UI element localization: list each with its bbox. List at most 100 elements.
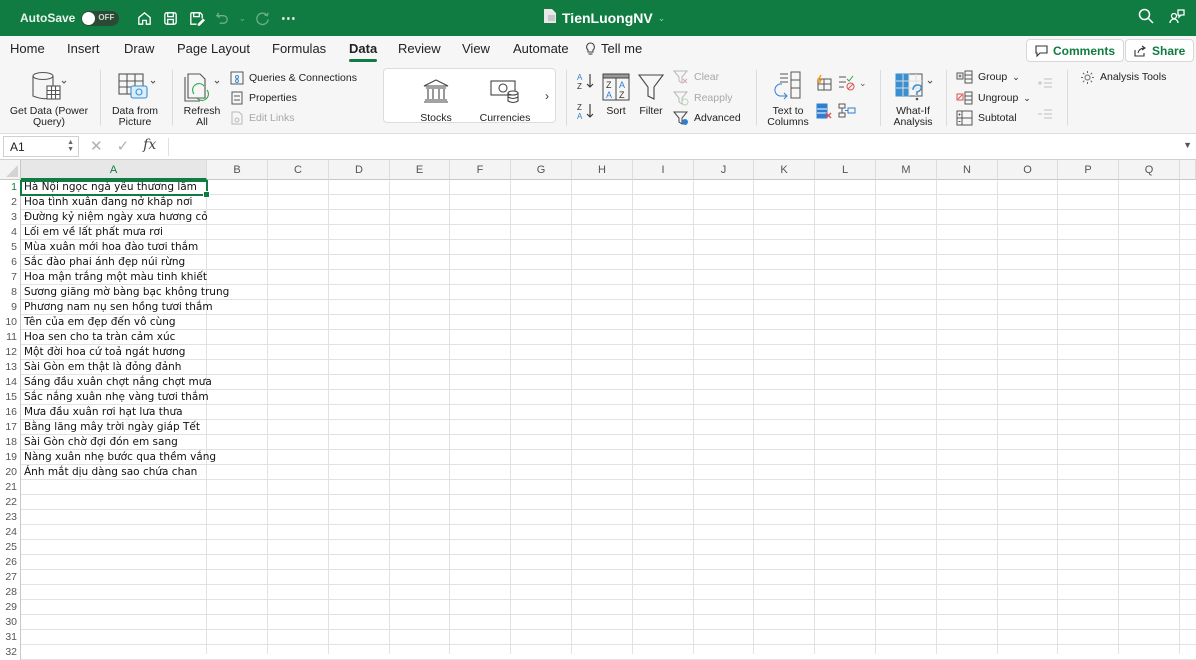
column-header-d[interactable]: D (329, 160, 390, 180)
row-header-13[interactable]: 13 (0, 360, 21, 375)
row-header-19[interactable]: 19 (0, 450, 21, 465)
sort-z-a-button[interactable]: ZA (576, 102, 596, 121)
row-header-29[interactable]: 29 (0, 600, 21, 615)
name-box-stepper-icon[interactable]: ▲ ▼ (67, 139, 74, 153)
what-if-analysis-button[interactable]: What-If Analysis (887, 68, 939, 128)
cell-a18[interactable]: Sài Gòn chờ đợi đón em sang (21, 435, 207, 450)
column-header-h[interactable]: H (572, 160, 633, 180)
tab-automate[interactable]: Automate (513, 41, 569, 56)
text-to-columns-button[interactable]: Text to Columns (764, 68, 812, 128)
autosave-toggle[interactable]: OFF (81, 10, 120, 26)
undo-icon[interactable] (209, 0, 235, 36)
confirm-icon[interactable]: ✓ (117, 137, 130, 155)
cell-a8[interactable]: Sương giăng mờ bàng bạc không trung (21, 285, 229, 300)
clear-filter-button[interactable]: Clear (673, 68, 719, 86)
row-header-8[interactable]: 8 (0, 285, 21, 300)
flash-fill-icon[interactable] (815, 74, 833, 97)
cancel-icon[interactable]: ✕ (90, 137, 103, 155)
reapply-button[interactable]: Reapply (673, 89, 733, 107)
analysis-tools-button[interactable]: Analysis Tools (1080, 68, 1166, 86)
row-header-17[interactable]: 17 (0, 420, 21, 435)
cell-a10[interactable]: Tên của em đẹp đến vô cùng (21, 315, 207, 330)
row-header-3[interactable]: 3 (0, 210, 21, 225)
column-header-n[interactable]: N (937, 160, 998, 180)
currencies-button[interactable]: Currencies (478, 72, 532, 124)
formula-input[interactable] (175, 139, 1165, 155)
queries-connections-button[interactable]: Queries & Connections (230, 69, 357, 87)
properties-button[interactable]: Properties (230, 89, 297, 107)
more-icon[interactable]: ⋯ (275, 0, 301, 36)
cell-a14[interactable]: Sáng đầu xuân chợt nắng chợt mưa (21, 375, 212, 390)
stocks-button[interactable]: Stocks (411, 72, 461, 124)
cell-a4[interactable]: Lối em về lất phất mưa rơi (21, 225, 207, 240)
data-validation-button[interactable]: ⌄ (838, 74, 867, 92)
comments-button[interactable]: Comments (1026, 39, 1125, 62)
row-header-30[interactable]: 30 (0, 615, 21, 630)
cell-a17[interactable]: Bằng lăng mây trời ngày giáp Tết (21, 420, 207, 435)
cell-a2[interactable]: Hoa tình xuân đang nở khắp nơi (21, 195, 207, 210)
cell-a3[interactable]: Đường kỷ niệm ngày xưa hương cỏ (21, 210, 208, 225)
name-box[interactable]: A1 ▲ ▼ (3, 136, 79, 157)
save-as-icon[interactable] (183, 0, 209, 36)
column-header-e[interactable]: E (390, 160, 450, 180)
tab-home[interactable]: Home (10, 41, 45, 56)
column-header-i[interactable]: I (633, 160, 694, 180)
column-header-c[interactable]: C (268, 160, 329, 180)
search-icon[interactable] (1138, 8, 1154, 29)
row-header-2[interactable]: 2 (0, 195, 21, 210)
cell-a7[interactable]: Hoa mận trắng một màu tinh khiết (21, 270, 207, 285)
row-header-7[interactable]: 7 (0, 270, 21, 285)
group-button[interactable]: Group ⌄ (956, 68, 1020, 86)
spreadsheet-grid[interactable]: A B C D E F G H I J K L M N O P Q 1 Hà Nội ngọc ngà yêu th… (0, 160, 1196, 660)
column-header-b[interactable]: B (207, 160, 268, 180)
cell-a5[interactable]: Mùa xuân mới hoa đào tươi thắm (21, 240, 207, 255)
cell-a6[interactable]: Sắc đào phai ánh đẹp núi rừng (21, 255, 207, 270)
cell-a16[interactable]: Mưa đầu xuân rơi hạt lưa thưa (21, 405, 207, 420)
cell-a19[interactable]: Nàng xuân nhẹ bước qua thềm vắng (21, 450, 216, 465)
tab-page-layout[interactable]: Page Layout (177, 41, 250, 56)
cell-a15[interactable]: Sắc nắng xuân nhẹ vàng tươi thắm (21, 390, 209, 405)
cell-a13[interactable]: Sài Gòn em thật là đỏng đảnh (21, 360, 207, 375)
row-header-15[interactable]: 15 (0, 390, 21, 405)
row-header-23[interactable]: 23 (0, 510, 21, 525)
show-detail-icon[interactable] (1037, 76, 1053, 94)
row-header-1[interactable]: 1 (0, 180, 21, 195)
edit-links-button[interactable]: Edit Links (230, 109, 295, 127)
row-header-22[interactable]: 22 (0, 495, 21, 510)
row-header-12[interactable]: 12 (0, 345, 21, 360)
tell-me[interactable]: Tell me (585, 41, 642, 56)
column-header-k[interactable]: K (754, 160, 815, 180)
tab-review[interactable]: Review (398, 41, 441, 56)
row-header-5[interactable]: 5 (0, 240, 21, 255)
sort-a-z-button[interactable]: AZ (576, 72, 596, 91)
row-header-26[interactable]: 26 (0, 555, 21, 570)
undo-dropdown-icon[interactable]: ⌄ (235, 0, 249, 36)
cell-a11[interactable]: Hoa sen cho ta tràn cảm xúc (21, 330, 207, 345)
gallery-next-icon[interactable]: › (545, 89, 549, 103)
row-header-32[interactable]: 32 (0, 645, 21, 660)
tab-data[interactable]: Data (349, 41, 378, 62)
cell-a9[interactable]: Phương nam nụ sen hồng tươi thắm (21, 300, 213, 315)
column-header-l[interactable]: L (815, 160, 876, 180)
tab-formulas[interactable]: Formulas (272, 41, 326, 56)
data-from-picture-button[interactable]: Data from Picture (104, 68, 166, 128)
row-header-18[interactable]: 18 (0, 435, 21, 450)
row-header-16[interactable]: 16 (0, 405, 21, 420)
row-header-20[interactable]: 20 (0, 465, 21, 480)
redo-icon[interactable] (249, 0, 275, 36)
subtotal-button[interactable]: Subtotal (956, 109, 1017, 127)
document-title-area[interactable]: TienLuongNV ⌄ (543, 0, 665, 36)
row-header-10[interactable]: 10 (0, 315, 21, 330)
select-all-button[interactable] (0, 160, 21, 180)
tab-insert[interactable]: Insert (67, 41, 100, 56)
expand-formula-icon[interactable]: ▼ (1183, 140, 1192, 150)
get-data-button[interactable]: Get Data (Power Query) (8, 68, 90, 128)
home-icon[interactable] (131, 0, 157, 36)
column-header-p[interactable]: P (1058, 160, 1119, 180)
cell-a20[interactable]: Ánh mắt dịu dàng sao chứa chan (21, 465, 207, 480)
consolidate-icon[interactable] (838, 102, 856, 125)
tab-draw[interactable]: Draw (124, 41, 154, 56)
row-header-6[interactable]: 6 (0, 255, 21, 270)
column-header-q[interactable]: Q (1119, 160, 1180, 180)
column-header-j[interactable]: J (694, 160, 754, 180)
